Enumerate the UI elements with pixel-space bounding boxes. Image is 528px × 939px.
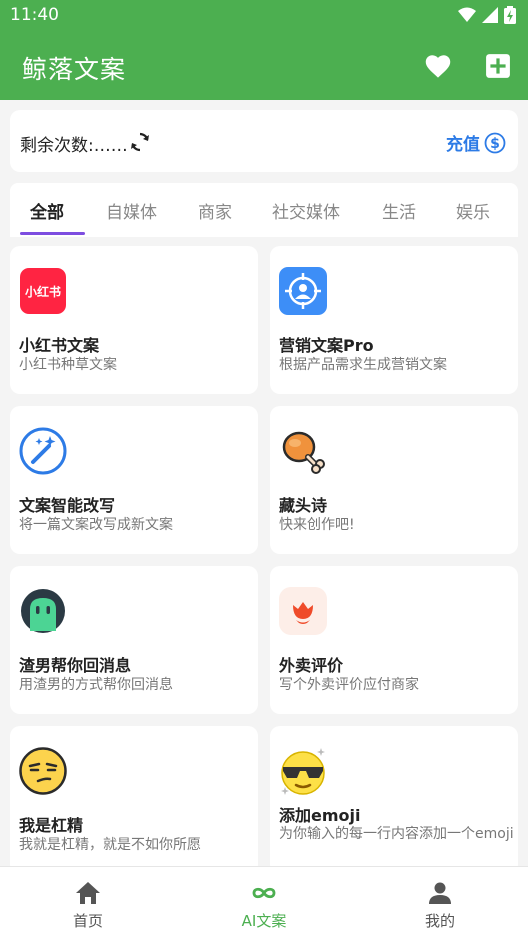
card-add-emoji[interactable]: 添加emoji 为你输入的每一行内容添加一个emoji bbox=[270, 726, 518, 866]
wifi-icon bbox=[458, 7, 476, 22]
magic-wand-icon bbox=[19, 427, 67, 475]
bottom-navigation: 首页 AI文案 我的 bbox=[0, 866, 528, 939]
card-desc: 用渣男的方式帮你回消息 bbox=[19, 677, 173, 693]
green-blob-icon bbox=[21, 589, 65, 633]
add-square-icon bbox=[486, 54, 510, 78]
card-xiaohongshu[interactable]: 小红书 小红书文案 小红书种草文案 bbox=[10, 246, 258, 394]
nav-ai-copy-label: AI文案 bbox=[241, 912, 287, 930]
chicken-leg-icon bbox=[282, 431, 325, 474]
card-contrarian[interactable]: 我是杠精 我就是杠精，就是不如你所愿 bbox=[10, 726, 258, 866]
tab-social-media[interactable]: 社交媒体 bbox=[272, 198, 340, 223]
person-icon bbox=[429, 882, 451, 904]
xiaohongshu-icon: 小红书 bbox=[20, 268, 66, 314]
sunglasses-face-icon bbox=[281, 748, 325, 795]
xiaohongshu-logo-text: 小红书 bbox=[25, 284, 61, 299]
nav-profile-label: 我的 bbox=[424, 912, 455, 930]
status-time: 11:40 bbox=[10, 5, 59, 25]
card-marketing-pro[interactable]: 营销文案Pro 根据产品需求生成营销文案 bbox=[270, 246, 518, 394]
signal-icon bbox=[482, 7, 498, 23]
card-title: 我是杠精 bbox=[19, 816, 84, 835]
card-desc: 快来创作吧! bbox=[279, 517, 355, 533]
battery-icon bbox=[504, 6, 516, 24]
recharge-button[interactable]: 充值 $ bbox=[446, 130, 506, 155]
home-icon bbox=[76, 882, 100, 904]
card-desc: 我就是杠精，就是不如你所愿 bbox=[19, 837, 201, 853]
target-person-icon bbox=[279, 267, 327, 315]
flower-icon bbox=[279, 587, 327, 635]
card-title: 添加emoji bbox=[279, 806, 361, 825]
infinity-icon bbox=[252, 887, 276, 899]
card-title: 小红书文案 bbox=[19, 336, 100, 355]
refresh-icon[interactable] bbox=[128, 130, 152, 154]
card-title: 文案智能改写 bbox=[19, 496, 116, 515]
remaining-count-label: 剩余次数:…… bbox=[20, 136, 128, 156]
tab-merchant[interactable]: 商家 bbox=[198, 198, 232, 223]
smirk-face-icon bbox=[19, 747, 67, 795]
card-desc: 为你输入的每一行内容添加一个emoji bbox=[279, 826, 514, 842]
tab-all[interactable]: 全部 bbox=[30, 198, 64, 223]
nav-profile[interactable]: 我的 bbox=[352, 867, 528, 939]
card-takeout-review[interactable]: 外卖评价 写个外卖评价应付商家 bbox=[270, 566, 518, 714]
quota-card: 剩余次数:…… 充值 $ bbox=[10, 110, 518, 172]
favorites-button[interactable] bbox=[422, 50, 454, 82]
system-icons bbox=[458, 6, 516, 24]
app-title: 鲸落文案 bbox=[22, 55, 127, 84]
add-button[interactable] bbox=[482, 50, 514, 82]
nav-ai-copy[interactable]: AI文案 bbox=[176, 867, 352, 939]
card-scumbag-reply[interactable]: 渣男帮你回消息 用渣男的方式帮你回消息 bbox=[10, 566, 258, 714]
card-desc: 写个外卖评价应付商家 bbox=[279, 677, 419, 693]
card-desc: 根据产品需求生成营销文案 bbox=[279, 357, 447, 373]
card-title: 渣男帮你回消息 bbox=[19, 656, 132, 675]
dollar-circle-icon: $ bbox=[484, 132, 506, 153]
tab-indicator bbox=[20, 232, 85, 235]
nav-home[interactable]: 首页 bbox=[0, 867, 176, 939]
nav-home-label: 首页 bbox=[72, 912, 103, 930]
status-bar: 11:40 bbox=[0, 0, 528, 32]
heart-icon bbox=[425, 55, 451, 78]
card-title: 藏头诗 bbox=[279, 496, 328, 515]
card-desc: 小红书种草文案 bbox=[19, 357, 117, 373]
tab-entertainment[interactable]: 娱乐 bbox=[456, 198, 490, 223]
app-bar: 鲸落文案 bbox=[0, 32, 528, 100]
svg-text:$: $ bbox=[490, 136, 500, 152]
card-acrostic-poem[interactable]: 藏头诗 快来创作吧! bbox=[270, 406, 518, 554]
card-title: 营销文案Pro bbox=[279, 336, 374, 355]
card-rewrite[interactable]: 文案智能改写 将一篇文案改写成新文案 bbox=[10, 406, 258, 554]
card-desc: 将一篇文案改写成新文案 bbox=[19, 517, 173, 533]
template-grid: 小红书 小红书文案 小红书种草文案 营销文案Pro 根据产品需求生成营销文案 文… bbox=[10, 246, 518, 866]
recharge-label: 充值 bbox=[446, 135, 480, 155]
card-title: 外卖评价 bbox=[279, 656, 344, 675]
tab-life[interactable]: 生活 bbox=[382, 198, 416, 223]
tab-self-media[interactable]: 自媒体 bbox=[106, 198, 157, 223]
category-tabs: 全部 自媒体 商家 社交媒体 生活 娱乐 bbox=[10, 183, 518, 237]
